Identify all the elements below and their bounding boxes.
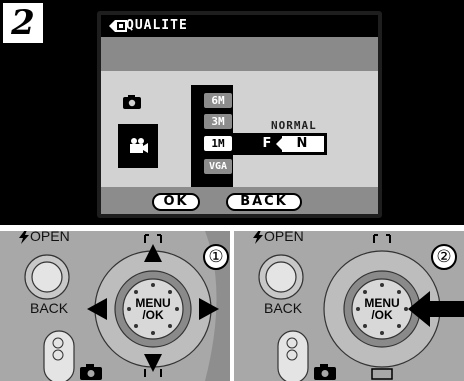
lcd-screen: QUALITE 6M 3M 1M VGA NORMAL F N OK BACK bbox=[97, 11, 382, 218]
size-option-vga[interactable]: VGA bbox=[204, 159, 232, 174]
step-marker-2: ② bbox=[431, 244, 457, 270]
quality-option-normal[interactable]: N bbox=[293, 136, 311, 152]
size-option-1m[interactable]: 1M bbox=[204, 136, 232, 151]
back-button-label: BACK bbox=[264, 300, 303, 316]
quality-label: NORMAL bbox=[271, 119, 317, 132]
arrow-left-icon bbox=[276, 136, 284, 152]
press-arrow-icon bbox=[408, 291, 464, 327]
ok-button[interactable]: OK bbox=[152, 193, 200, 211]
camera-icon bbox=[314, 364, 336, 380]
arrow-left-icon bbox=[87, 298, 107, 320]
flash-icon bbox=[253, 231, 263, 244]
step-number: 2 bbox=[3, 3, 43, 43]
back-button-label: BACK bbox=[30, 300, 69, 316]
camera-icon bbox=[80, 364, 102, 380]
arrow-right-icon bbox=[199, 298, 219, 320]
open-label: OPEN bbox=[30, 231, 70, 244]
quality-icon bbox=[109, 20, 127, 32]
flash-icon bbox=[19, 231, 29, 244]
quality-option-fine[interactable]: F bbox=[258, 136, 276, 152]
movie-mode-tab[interactable] bbox=[118, 124, 158, 168]
arrow-up-icon bbox=[144, 244, 162, 262]
step-marker-1: ① bbox=[203, 244, 229, 270]
camera-back-illustration-2: OPEN BACK ② MENU /OK bbox=[234, 231, 464, 381]
camera-icon bbox=[123, 95, 141, 109]
lcd-display: QUALITE 6M 3M 1M VGA NORMAL F N OK BACK bbox=[101, 15, 378, 214]
camera-back-illustration-1: OPEN BACK ① MENU /OK bbox=[0, 231, 230, 381]
size-option-3m[interactable]: 3M bbox=[204, 114, 232, 129]
size-option-6m[interactable]: 6M bbox=[204, 93, 232, 108]
menu-ok-button[interactable]: MENU /OK bbox=[362, 297, 402, 321]
back-button[interactable]: BACK bbox=[226, 193, 302, 211]
menu-title-bar: QUALITE bbox=[101, 15, 378, 37]
menu-title: QUALITE bbox=[126, 18, 188, 33]
open-label: OPEN bbox=[264, 231, 304, 244]
arrow-down-icon bbox=[144, 354, 162, 372]
movie-icon bbox=[130, 138, 148, 153]
instruction-panel: 2 QUALITE 6M 3M 1M VGA NORMAL F N OK BAC… bbox=[0, 0, 464, 225]
menu-ok-button[interactable]: MENU /OK bbox=[133, 297, 173, 321]
